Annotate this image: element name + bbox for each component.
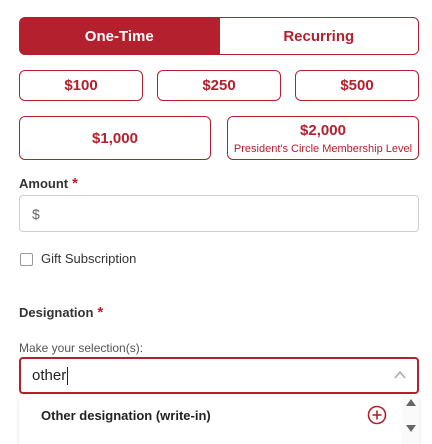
amount-option-500[interactable]: $500 — [295, 70, 419, 101]
amount-option-value: $100 — [64, 77, 98, 94]
designation-label: Designation * — [19, 304, 103, 321]
amount-option-1000[interactable]: $1,000 — [19, 116, 211, 160]
amount-option-250[interactable]: $250 — [157, 70, 281, 101]
chevron-up-icon[interactable] — [393, 368, 407, 382]
scroll-up-icon[interactable] — [406, 399, 416, 406]
amount-label: Amount * — [19, 175, 78, 192]
frequency-tabs: One-Time Recurring — [19, 17, 419, 55]
designation-search-input[interactable]: other — [19, 357, 419, 394]
amount-input[interactable]: $ — [19, 195, 419, 232]
designation-label-text: Designation — [19, 305, 94, 320]
designation-dropdown: Other designation (write-in) — [19, 395, 419, 444]
currency-prefix: $ — [32, 205, 40, 222]
amount-option-value: $2,000 — [300, 121, 346, 139]
plus-circle-icon[interactable] — [367, 405, 387, 425]
amount-option-sublabel: President's Circle Membership Level — [233, 142, 413, 155]
required-mark: * — [97, 304, 104, 321]
dropdown-option-other[interactable]: Other designation (write-in) — [41, 408, 211, 423]
designation-search-value: other — [32, 367, 67, 384]
required-mark: * — [72, 175, 78, 192]
designation-hint: Make your selection(s): — [19, 341, 144, 355]
amount-option-value: $1,000 — [92, 129, 138, 147]
amount-option-2000[interactable]: $2,000 President's Circle Membership Lev… — [227, 116, 419, 160]
amount-option-value: $250 — [202, 77, 236, 94]
amount-label-text: Amount — [19, 176, 69, 191]
tab-one-time[interactable]: One-Time — [19, 17, 220, 55]
text-caret — [67, 366, 69, 385]
gift-subscription-label: Gift Subscription — [41, 251, 137, 266]
dropdown-scrollbar[interactable] — [402, 395, 419, 444]
tab-recurring[interactable]: Recurring — [219, 17, 419, 55]
amount-option-value: $500 — [340, 77, 374, 94]
amount-option-100[interactable]: $100 — [19, 70, 143, 101]
gift-subscription-checkbox[interactable] — [20, 253, 33, 266]
scroll-down-icon[interactable] — [406, 425, 416, 432]
